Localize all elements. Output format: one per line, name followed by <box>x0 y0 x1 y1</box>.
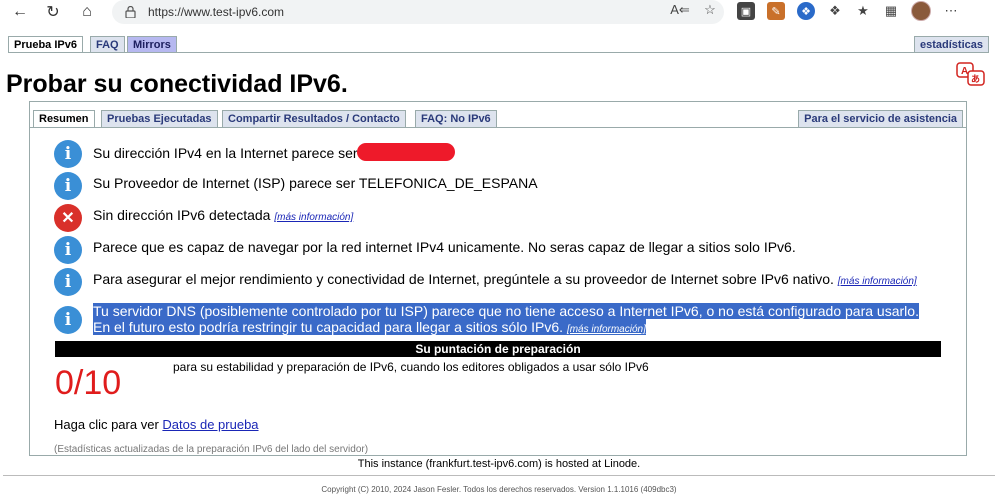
test-data-prefix: Haga clic para ver <box>54 417 159 432</box>
result-text: Su dirección IPv4 en la Internet parece … <box>93 145 358 161</box>
page-title: Probar su conectividad IPv6. <box>6 70 348 98</box>
svg-text:A: A <box>961 66 968 77</box>
tab-divider <box>8 52 989 53</box>
result-text: Sin dirección IPv6 detectada <box>93 207 271 223</box>
more-info-link[interactable]: [más información] <box>274 212 353 223</box>
copyright: Copyright (C) 2010, 2024 Jason Fesler. T… <box>321 485 677 494</box>
tab-pruebas-ejecutadas[interactable]: Pruebas Ejecutadas <box>101 110 218 128</box>
info-icon: i <box>54 268 82 296</box>
score-description: para su estabilidad y preparación de IPv… <box>173 360 649 374</box>
star-icon[interactable]: ☆ <box>702 2 718 18</box>
score-value: 0/10 <box>55 364 122 402</box>
result-text: Parece que es capaz de navegar por la re… <box>93 239 796 255</box>
test-data-link[interactable]: Datos de prueba <box>162 417 258 432</box>
tab-faq[interactable]: FAQ <box>90 36 125 53</box>
result-text: Tu servidor DNS (posiblemente controlado… <box>93 303 919 319</box>
extension-icon[interactable]: ✎ <box>767 2 785 20</box>
url-text: https://www.test-ipv6.com <box>148 5 285 19</box>
address-bar[interactable]: https://www.test-ipv6.com A⇐ ☆ <box>112 0 724 24</box>
favorites-icon[interactable]: ★ <box>855 3 871 19</box>
result-item: i Para asegurar el mejor rendimiento y c… <box>54 268 917 296</box>
error-icon: ✕ <box>54 204 82 232</box>
more-info-link[interactable]: [más información] <box>838 276 917 287</box>
result-text: Su Proveedor de Internet (ISP) parece se… <box>93 175 538 191</box>
test-data-row: Haga clic para ver Datos de prueba <box>54 417 259 432</box>
result-item: i Tu servidor DNS (posiblemente controla… <box>54 302 919 338</box>
browser-toolbar: ← ↻ ⌂ https://www.test-ipv6.com A⇐ ☆ ▣ ✎… <box>0 0 998 26</box>
info-icon: i <box>54 140 82 168</box>
more-icon[interactable]: ⋯ <box>943 3 959 19</box>
results-panel: Resumen Pruebas Ejecutadas Compartir Res… <box>29 101 967 456</box>
score-header: Su puntación de preparación <box>55 341 941 357</box>
extension-icon[interactable]: ❖ <box>797 2 815 20</box>
info-icon: i <box>54 236 82 264</box>
collections-icon[interactable]: ▦ <box>883 3 899 19</box>
result-text: Para asegurar el mejor rendimiento y con… <box>93 271 834 287</box>
extension-icon[interactable]: ▣ <box>737 2 755 20</box>
result-tabs: Resumen Pruebas Ejecutadas Compartir Res… <box>33 110 963 128</box>
result-item: i Su dirección IPv4 en la Internet parec… <box>54 140 456 168</box>
footer-divider <box>3 475 995 476</box>
stats-note[interactable]: (Estadísticas actualizadas de la prepara… <box>54 444 368 455</box>
tab-compartir-resultados[interactable]: Compartir Resultados / Contacto <box>222 110 406 128</box>
lock-icon <box>124 6 136 18</box>
redacted-ip <box>357 143 456 161</box>
tab-prueba-ipv6[interactable]: Prueba IPv6 <box>8 36 83 53</box>
info-icon: i <box>54 306 82 334</box>
result-item: ✕ Sin dirección IPv6 detectada [más info… <box>54 204 353 232</box>
subtab-divider <box>30 127 966 128</box>
read-aloud-icon[interactable]: A⇐ <box>670 2 690 18</box>
arrow-left-icon[interactable]: ← <box>9 1 31 23</box>
avatar[interactable] <box>911 1 931 21</box>
more-info-link[interactable]: [más información] <box>567 324 646 335</box>
hosted-note: This instance (frankfurt.test-ipv6.com) … <box>357 458 641 470</box>
refresh-icon[interactable]: ↻ <box>42 1 64 23</box>
tab-faq-no-ipv6[interactable]: FAQ: No IPv6 <box>415 110 497 128</box>
result-item: i Parece que es capaz de navegar por la … <box>54 236 796 264</box>
tab-resumen[interactable]: Resumen <box>33 110 95 128</box>
tab-estadisticas[interactable]: estadísticas <box>914 36 989 53</box>
svg-text:あ: あ <box>971 74 980 85</box>
result-text: En el futuro esto podría restringir tu c… <box>93 319 564 335</box>
tab-servicio-asistencia[interactable]: Para el servicio de asistencia <box>798 110 963 128</box>
puzzle-icon[interactable]: ❖ <box>827 3 843 19</box>
result-item: i Su Proveedor de Internet (ISP) parece … <box>54 172 538 200</box>
home-icon[interactable]: ⌂ <box>76 1 98 23</box>
translate-icon[interactable]: Aあ <box>956 62 988 88</box>
info-icon: i <box>54 172 82 200</box>
tab-mirrors[interactable]: Mirrors <box>127 36 177 53</box>
